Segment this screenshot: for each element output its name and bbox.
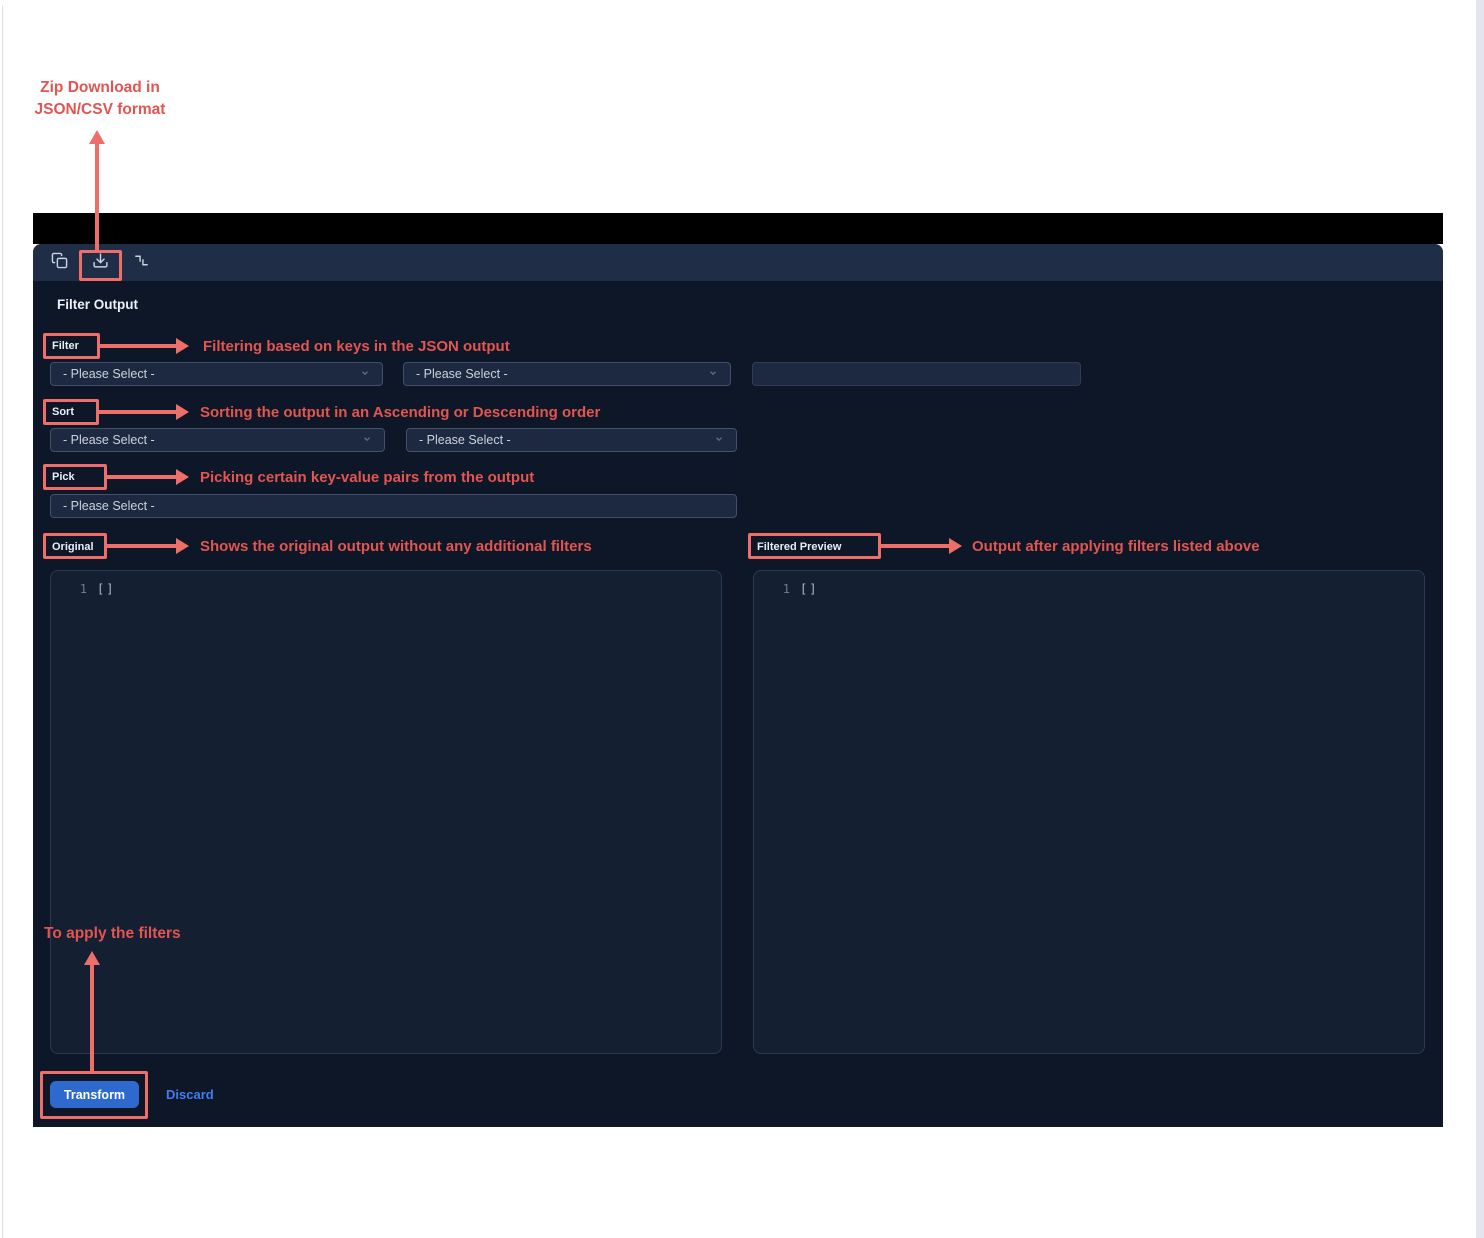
annotation-transform-arrow-line [90, 963, 94, 1072]
minimize-button[interactable] [132, 254, 150, 272]
sort-key-select[interactable]: - Please Select - [50, 428, 385, 452]
annotation-sort-arrowhead [176, 404, 189, 420]
annotation-box-filtered-preview [748, 533, 881, 559]
filtered-preview-code-content: [] [800, 582, 818, 596]
annotation-filter-arrow-line [99, 344, 176, 348]
filtered-preview-line-number: 1 [780, 582, 790, 596]
chevron-down-icon [708, 367, 718, 381]
annotation-sort-arrow-line [99, 410, 176, 414]
original-line-number: 1 [77, 582, 87, 596]
annotation-original-text: Shows the original output without any ad… [200, 537, 592, 556]
annotation-zip-line2: JSON/CSV format [18, 99, 182, 121]
annotation-box-filter [43, 333, 100, 359]
chevron-down-icon [362, 433, 372, 447]
annotation-box-transform [40, 1071, 148, 1119]
filter-value-input[interactable] [752, 362, 1081, 386]
filtered-preview-code-line: 1 [] [754, 571, 1424, 596]
discard-button[interactable]: Discard [166, 1087, 214, 1102]
annotation-box-pick [43, 464, 107, 490]
pick-select-value: - Please Select - [63, 499, 155, 513]
annotation-pick-arrow-line [107, 475, 176, 479]
annotation-filtered-arrowhead [949, 538, 962, 554]
window-top-strip [33, 213, 1443, 244]
pick-select[interactable]: - Please Select - [50, 494, 737, 518]
copy-button[interactable] [50, 254, 68, 272]
page-left-border [2, 6, 3, 1238]
filter-key-select[interactable]: - Please Select - [50, 362, 383, 386]
original-editor[interactable]: 1 [] [50, 570, 722, 1054]
filter-value-input-field[interactable] [765, 367, 1068, 381]
annotation-filtered-text: Output after applying filters listed abo… [972, 537, 1260, 556]
original-code-content: [] [97, 582, 115, 596]
toolbar [33, 244, 1443, 281]
annotation-filter-arrowhead [176, 338, 189, 354]
annotation-zip-line1: Zip Download in [18, 77, 182, 99]
annotation-box-original [43, 533, 107, 559]
annotation-filter-text: Filtering based on keys in the JSON outp… [203, 337, 510, 356]
filter-operator-select-value: - Please Select - [416, 367, 508, 381]
filtered-preview-editor[interactable]: 1 [] [753, 570, 1425, 1054]
annotation-original-arrowhead [176, 538, 189, 554]
chevron-down-icon [714, 433, 724, 447]
original-code-line: 1 [] [51, 571, 721, 596]
annotation-sort-text: Sorting the output in an Ascending or De… [200, 403, 600, 422]
annotation-original-arrow-line [107, 544, 176, 548]
annotation-zip-arrow-line [95, 142, 99, 252]
annotation-box-sort [43, 399, 99, 425]
annotation-pick-arrowhead [176, 469, 189, 485]
chevron-down-icon [360, 367, 370, 381]
sort-key-select-value: - Please Select - [63, 433, 155, 447]
annotation-transform-text: To apply the filters [44, 924, 181, 943]
annotation-pick-text: Picking certain key-value pairs from the… [200, 468, 534, 487]
scrollbar[interactable] [1476, 0, 1484, 1238]
copy-icon [51, 252, 68, 274]
filter-key-select-value: - Please Select - [63, 367, 155, 381]
filter-operator-select[interactable]: - Please Select - [403, 362, 731, 386]
annotation-zip-download-text: Zip Download in JSON/CSV format [18, 77, 182, 121]
sort-order-select-value: - Please Select - [419, 433, 511, 447]
page-title: Filter Output [57, 297, 138, 312]
annotation-box-download [79, 250, 122, 281]
minimize-icon [133, 252, 150, 274]
sort-order-select[interactable]: - Please Select - [406, 428, 737, 452]
annotation-filtered-arrow-line [881, 544, 949, 548]
